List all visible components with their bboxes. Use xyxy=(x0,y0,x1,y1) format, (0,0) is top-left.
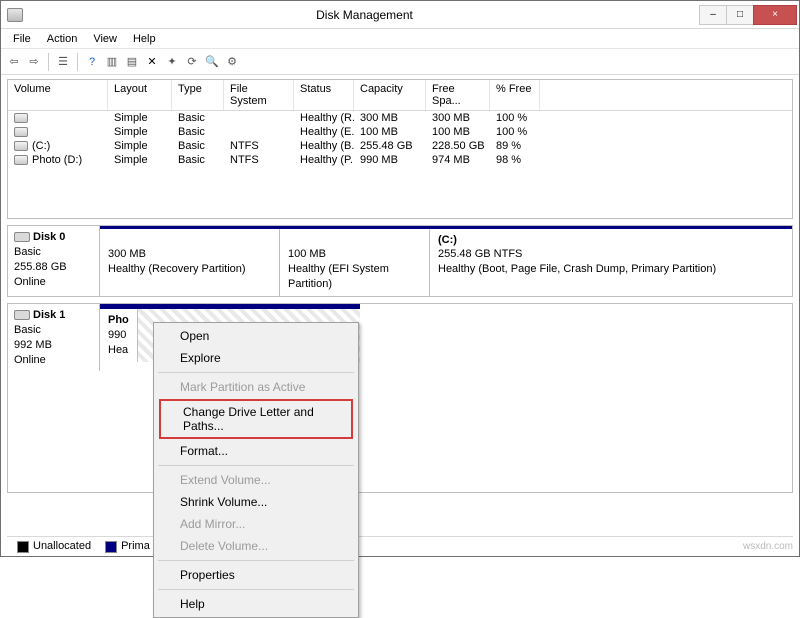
col-status[interactable]: Status xyxy=(294,80,354,110)
volume-row[interactable]: SimpleBasicHealthy (E...100 MB100 MB100 … xyxy=(8,125,792,139)
properties-icon[interactable]: ✦ xyxy=(163,53,181,71)
partition-c[interactable]: (C:)255.48 GB NTFSHealthy (Boot, Page Fi… xyxy=(430,229,792,296)
disk-graphical-view: Disk 0 Basic 255.88 GB Online 300 MBHeal… xyxy=(7,225,793,556)
panel-icon[interactable]: ▥ xyxy=(103,53,121,71)
title-bar[interactable]: Disk Management – □ × xyxy=(1,1,799,29)
cm-extend-volume: Extend Volume... xyxy=(156,469,356,491)
volume-row[interactable]: (C:)SimpleBasicNTFSHealthy (B...255.48 G… xyxy=(8,139,792,153)
volume-icon xyxy=(14,155,28,165)
menu-view[interactable]: View xyxy=(85,31,125,47)
volume-row[interactable]: Photo (D:)SimpleBasicNTFSHealthy (P...99… xyxy=(8,153,792,167)
search-icon[interactable]: 🔍 xyxy=(203,53,221,71)
maximize-button[interactable]: □ xyxy=(726,5,754,25)
volume-list[interactable]: Volume Layout Type File System Status Ca… xyxy=(7,79,793,219)
context-menu: Open Explore Mark Partition as Active Ch… xyxy=(153,322,359,618)
help-icon[interactable]: ? xyxy=(83,53,101,71)
cm-delete-volume: Delete Volume... xyxy=(156,535,356,557)
menu-help[interactable]: Help xyxy=(125,31,164,47)
col-capacity[interactable]: Capacity xyxy=(354,80,426,110)
col-filesystem[interactable]: File System xyxy=(224,80,294,110)
refresh-icon[interactable]: ⟳ xyxy=(183,53,201,71)
col-type[interactable]: Type xyxy=(172,80,224,110)
cm-mark-active: Mark Partition as Active xyxy=(156,376,356,398)
list-icon[interactable]: ▤ xyxy=(123,53,141,71)
close-button[interactable]: × xyxy=(753,5,797,25)
cm-add-mirror: Add Mirror... xyxy=(156,513,356,535)
swatch-primary xyxy=(105,541,117,553)
partition-recovery[interactable]: 300 MBHealthy (Recovery Partition) xyxy=(100,229,280,296)
cm-change-drive-letter[interactable]: Change Drive Letter and Paths... xyxy=(161,401,351,437)
toolbar: ⇦ ⇨ ☰ ? ▥ ▤ ✕ ✦ ⟳ 🔍 ⚙ xyxy=(1,49,799,75)
partition-efi[interactable]: 100 MBHealthy (EFI System Partition) xyxy=(280,229,430,296)
volume-icon xyxy=(14,127,28,137)
menu-action[interactable]: Action xyxy=(39,31,86,47)
disk-icon xyxy=(14,232,30,242)
legend: Unallocated Prima xyxy=(7,536,793,556)
forward-icon[interactable]: ⇨ xyxy=(25,53,43,71)
cm-properties[interactable]: Properties xyxy=(156,564,356,586)
col-volume[interactable]: Volume xyxy=(8,80,108,110)
app-icon xyxy=(7,8,23,22)
cm-explore[interactable]: Explore xyxy=(156,347,356,369)
menu-file[interactable]: File xyxy=(5,31,39,47)
col-pctfree[interactable]: % Free xyxy=(490,80,540,110)
volume-icon xyxy=(14,113,28,123)
disk-icon xyxy=(14,310,30,320)
volume-header: Volume Layout Type File System Status Ca… xyxy=(8,80,792,111)
cm-open[interactable]: Open xyxy=(156,325,356,347)
cm-help[interactable]: Help xyxy=(156,593,356,615)
col-freespace[interactable]: Free Spa... xyxy=(426,80,490,110)
settings-icon[interactable]: ⚙ xyxy=(223,53,241,71)
disk-0-row[interactable]: Disk 0 Basic 255.88 GB Online 300 MBHeal… xyxy=(7,225,793,297)
volume-row[interactable]: SimpleBasicHealthy (R...300 MB300 MB100 … xyxy=(8,111,792,125)
volume-icon xyxy=(14,141,28,151)
disk-management-window: Disk Management – □ × File Action View H… xyxy=(0,0,800,557)
delete-icon[interactable]: ✕ xyxy=(143,53,161,71)
window-title: Disk Management xyxy=(29,8,700,22)
watermark: wsxdn.com xyxy=(743,541,793,552)
partition-photo[interactable]: Pho990Hea xyxy=(100,309,138,362)
disk-1-row[interactable]: Disk 1 Basic 992 MB Online Pho990Hea xyxy=(7,303,793,493)
views-icon[interactable]: ☰ xyxy=(54,53,72,71)
minimize-button[interactable]: – xyxy=(699,5,727,25)
cm-format[interactable]: Format... xyxy=(156,440,356,462)
disk-0-label: Disk 0 Basic 255.88 GB Online xyxy=(8,226,100,296)
disk-1-label: Disk 1 Basic 992 MB Online xyxy=(8,304,100,371)
col-layout[interactable]: Layout xyxy=(108,80,172,110)
cm-shrink-volume[interactable]: Shrink Volume... xyxy=(156,491,356,513)
swatch-unallocated xyxy=(17,541,29,553)
back-icon[interactable]: ⇦ xyxy=(5,53,23,71)
menu-bar: File Action View Help xyxy=(1,29,799,49)
